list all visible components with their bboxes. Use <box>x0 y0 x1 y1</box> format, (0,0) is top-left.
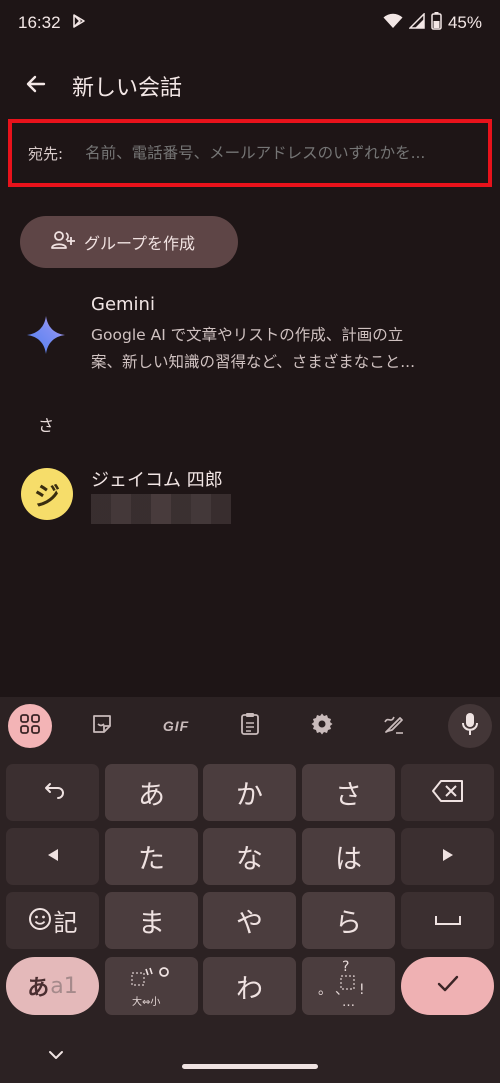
input-mode-kana: あ <box>27 976 50 1001</box>
app-bar: 新しい会話 <box>0 58 500 114</box>
gemini-description-line1: Google AI で文章やリストの作成、計画の立 <box>91 326 404 344</box>
undo-icon <box>42 782 64 804</box>
status-bar: 16:32 45% <box>0 0 500 46</box>
key-sa-label: さ <box>335 780 362 811</box>
microphone-icon <box>461 712 479 740</box>
wifi-icon <box>383 13 403 34</box>
gemini-sparkle-icon <box>25 314 67 360</box>
keyboard-toolbar: GIF <box>0 697 500 755</box>
cursor-left-key[interactable] <box>6 828 99 885</box>
group-add-icon <box>50 229 76 255</box>
emoji-symbol-key[interactable]: 記 <box>6 892 99 949</box>
sticker-icon <box>91 713 113 739</box>
settings-button[interactable] <box>300 704 344 748</box>
gemini-name: Gemini <box>91 294 155 315</box>
key-ma-label: ま <box>138 908 165 939</box>
triangle-left-icon <box>47 847 59 866</box>
dakuten-key[interactable]: 大⇔小 <box>105 957 198 1015</box>
undo-key[interactable] <box>6 764 99 821</box>
gesture-handle[interactable] <box>182 1064 318 1069</box>
apps-grid-icon <box>19 713 41 739</box>
sticker-button[interactable] <box>80 704 124 748</box>
contact-number-redacted <box>91 494 231 524</box>
section-header: さ <box>38 416 55 435</box>
battery-percent: 45% <box>447 13 482 32</box>
dakuten-icon <box>131 965 173 995</box>
recipient-field: 宛先: <box>8 119 492 187</box>
create-group-label: グループを作成 <box>84 234 196 253</box>
input-mode-alnum: a1 <box>50 973 78 999</box>
backspace-key[interactable] <box>401 764 494 821</box>
emoji-symbol-label: 記 <box>53 909 78 937</box>
cursor-right-key[interactable] <box>401 828 494 885</box>
clipboard-icon <box>239 712 261 740</box>
key-na-label: な <box>236 844 263 875</box>
smiley-icon <box>28 907 52 935</box>
key-ma[interactable]: ま <box>105 892 198 949</box>
key-sa[interactable]: さ <box>302 764 395 821</box>
clipboard-button[interactable] <box>228 704 272 748</box>
gemini-list-item[interactable]: Gemini Google AI で文章やリストの作成、計画の立 案、新しい知識… <box>0 290 500 378</box>
key-ya-label: や <box>236 908 263 939</box>
voice-input-button[interactable] <box>448 704 492 748</box>
recipient-label: 宛先: <box>28 144 64 163</box>
punctuation-key[interactable]: ? 。、! … <box>302 957 395 1015</box>
key-a[interactable]: あ <box>105 764 198 821</box>
gemini-description-line2: 案、新しい知識の習得など、さまざまなこと... <box>91 353 416 371</box>
key-ka[interactable]: か <box>203 764 296 821</box>
handwriting-icon <box>382 712 406 740</box>
handwriting-button[interactable] <box>372 704 416 748</box>
triangle-right-icon <box>442 847 454 866</box>
input-mode-key[interactable]: あ a1 <box>6 957 99 1015</box>
key-na[interactable]: な <box>203 828 296 885</box>
gif-button[interactable]: GIF <box>154 704 198 748</box>
punctuation-top-label: ? <box>342 959 350 975</box>
space-key[interactable] <box>401 892 494 949</box>
key-ka-label: か <box>236 780 263 811</box>
space-icon <box>434 911 462 930</box>
key-ya[interactable]: や <box>203 892 296 949</box>
key-wa[interactable]: わ <box>203 957 296 1015</box>
check-icon <box>436 974 460 998</box>
keyboard: GIF あ か さ た な は 記 ま や ら あ a1 大⇔小 わ ? 。、!… <box>0 697 500 1083</box>
key-ha-label: は <box>335 844 362 875</box>
gemini-description: Google AI で文章やリストの作成、計画の立 案、新しい知識の習得など、さ… <box>91 322 471 376</box>
avatar: ジ <box>21 468 73 520</box>
arrow-back-icon <box>24 72 48 100</box>
contact-list-item[interactable]: ジ ジェイコム 四郎 <box>0 458 500 532</box>
navigation-bar <box>0 1030 500 1083</box>
play-store-icon <box>71 13 87 34</box>
backspace-icon <box>431 779 465 807</box>
hide-keyboard-button[interactable] <box>42 1042 70 1066</box>
key-wa-label: わ <box>236 973 263 1005</box>
create-group-button[interactable]: グループを作成 <box>20 216 238 268</box>
signal-icon <box>408 11 425 34</box>
battery-icon <box>431 11 442 35</box>
key-ra-label: ら <box>335 908 362 939</box>
key-a-label: あ <box>138 780 165 811</box>
page-title: 新しい会話 <box>72 76 183 101</box>
enter-key[interactable] <box>401 957 494 1015</box>
apps-grid-button[interactable] <box>8 704 52 748</box>
status-time: 16:32 <box>18 13 61 32</box>
recipient-input[interactable] <box>85 144 488 162</box>
key-ra[interactable]: ら <box>302 892 395 949</box>
gif-label: GIF <box>162 718 190 734</box>
dakuten-sub-label: 大⇔小 <box>132 997 161 1008</box>
gear-icon <box>310 712 334 740</box>
punctuation-bottom-label: … <box>342 995 355 1010</box>
key-ta[interactable]: た <box>105 828 198 885</box>
back-button[interactable] <box>14 64 58 108</box>
key-ta-label: た <box>138 844 165 875</box>
key-ha[interactable]: は <box>302 828 395 885</box>
contact-name: ジェイコム 四郎 <box>91 470 223 491</box>
chevron-down-icon <box>48 1045 64 1064</box>
